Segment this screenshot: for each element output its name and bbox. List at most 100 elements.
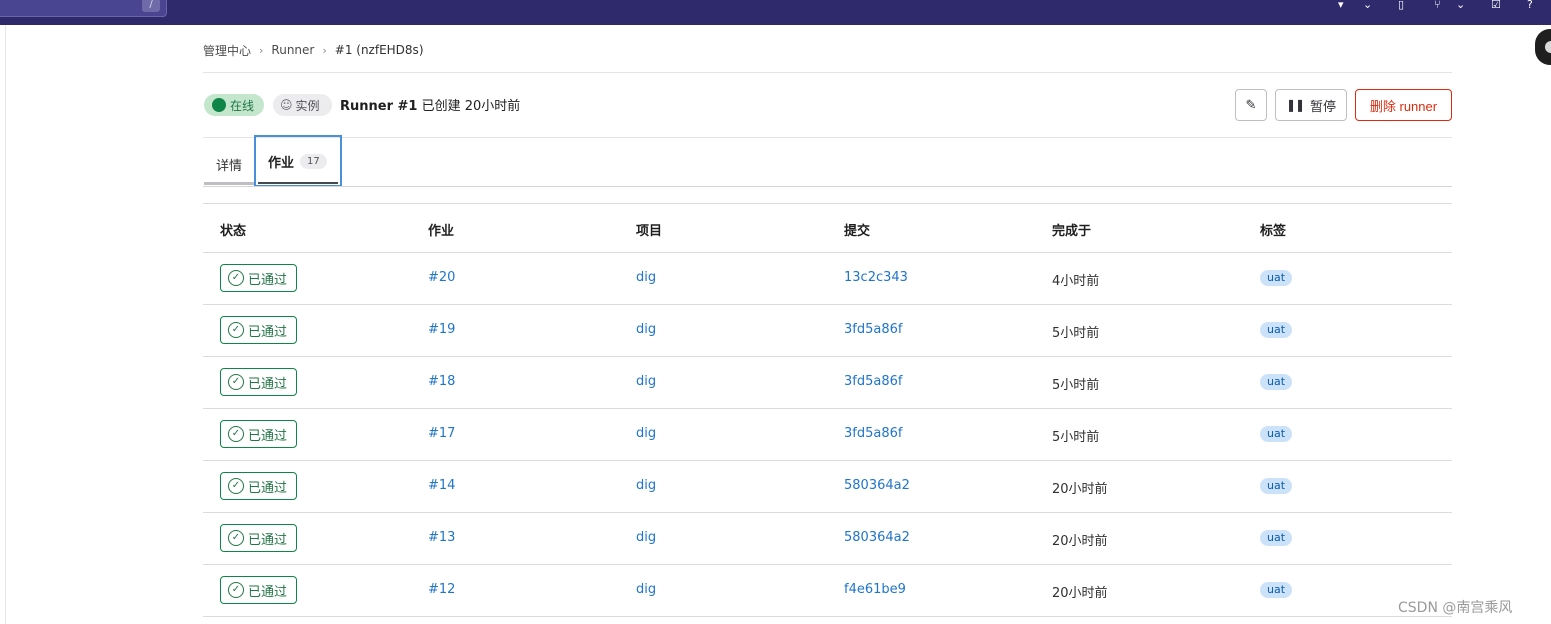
breadcrumb-admin[interactable]: 管理中心	[203, 42, 251, 59]
table-row: ✓ 已通过 #12 dig f4e61be9 20小时前 uat	[203, 565, 1452, 617]
watermark: CSDN @南宫乘风	[1398, 600, 1513, 616]
status-label: 已通过	[248, 272, 288, 288]
finished-time: 20小时前	[1052, 534, 1108, 549]
commit-link[interactable]: 3fd5a86f	[844, 374, 902, 389]
table-row: ✓ 已通过 #13 dig 580364a2 20小时前 uat	[203, 513, 1452, 565]
widget-dot-icon	[1545, 41, 1551, 53]
status-label: 已通过	[248, 584, 288, 600]
project-link[interactable]: dig	[636, 582, 656, 597]
edit-button[interactable]: ✎	[1235, 89, 1267, 121]
commit-link[interactable]: 580364a2	[844, 530, 910, 545]
table-row: ✓ 已通过 #20 dig 13c2c343 4小时前 uat	[203, 253, 1452, 305]
branch-icon[interactable]: ⑂	[1434, 0, 1441, 10]
commit-link[interactable]: 13c2c343	[844, 270, 908, 285]
delete-runner-button[interactable]: 删除 runner	[1355, 89, 1452, 121]
check-circle-icon: ✓	[228, 270, 244, 286]
online-dot-icon	[212, 98, 226, 112]
status-label: 已通过	[248, 428, 288, 444]
chevron-down-icon[interactable]: ⌄	[1456, 0, 1465, 10]
table-body: ✓ 已通过 #20 dig 13c2c343 4小时前 uat ✓ 已通过 #19 dig 3fd5a…	[203, 253, 1452, 617]
project-link[interactable]: dig	[636, 478, 656, 493]
status-badge-passed[interactable]: ✓ 已通过	[220, 576, 297, 604]
job-link[interactable]: #20	[428, 270, 455, 285]
table-row: ✓ 已通过 #14 dig 580364a2 20小时前 uat	[203, 461, 1452, 513]
column-header-commit: 提交	[844, 224, 871, 239]
status-label: 已通过	[248, 376, 288, 392]
tag-badge: uat	[1260, 426, 1293, 442]
project-link[interactable]: dig	[636, 270, 656, 285]
project-link[interactable]: dig	[636, 530, 656, 545]
status-label: 已通过	[248, 480, 288, 496]
breadcrumb-runner[interactable]: Runner	[271, 43, 314, 57]
tag-badge: uat	[1260, 530, 1293, 546]
jobs-table: 状态 作业 项目 提交 完成于 标签 ✓ 已通过 #20 dig 13c2c343 4小时…	[203, 203, 1452, 617]
search-input[interactable]: /	[0, 0, 167, 17]
finished-time: 5小时前	[1052, 430, 1100, 445]
finished-time: 20小时前	[1052, 586, 1108, 601]
top-navigation-bar: / ▾ ⌄ ▯ ⑂ ⌄ ☑ ?	[0, 0, 1551, 25]
issues-icon[interactable]: ▾	[1338, 0, 1344, 10]
finished-time: 20小时前	[1052, 482, 1108, 497]
status-badge-passed[interactable]: ✓ 已通过	[220, 368, 297, 396]
instance-label: 实例	[295, 98, 320, 113]
status-badge-passed[interactable]: ✓ 已通过	[220, 472, 297, 500]
runner-name: Runner #1	[340, 99, 418, 114]
divider	[203, 137, 1452, 138]
check-circle-icon: ✓	[228, 426, 244, 442]
tag-badge: uat	[1260, 478, 1293, 494]
status-label: 已通过	[248, 532, 288, 548]
tab-jobs-label: 作业	[268, 155, 295, 171]
commit-link[interactable]: 3fd5a86f	[844, 426, 902, 441]
status-label: 已通过	[248, 324, 288, 340]
status-badge-passed[interactable]: ✓ 已通过	[220, 420, 297, 448]
chevron-down-icon[interactable]: ⌄	[1363, 0, 1372, 10]
delete-label: 删除 runner	[1369, 98, 1438, 114]
tag-badge: uat	[1260, 322, 1293, 338]
pause-label: 暂停	[1310, 98, 1337, 114]
check-circle-icon: ✓	[228, 478, 244, 494]
tab-details[interactable]: 详情	[204, 147, 254, 185]
project-link[interactable]: dig	[636, 374, 656, 389]
table-row: ✓ 已通过 #18 dig 3fd5a86f 5小时前 uat	[203, 357, 1452, 409]
job-link[interactable]: #18	[428, 374, 455, 389]
status-badge-passed[interactable]: ✓ 已通过	[220, 264, 297, 292]
status-badge-online: 在线	[204, 94, 264, 116]
column-header-job: 作业	[428, 224, 455, 239]
column-header-tags: 标签	[1260, 224, 1287, 239]
project-link[interactable]: dig	[636, 322, 656, 337]
merge-requests-icon[interactable]: ▯	[1398, 0, 1404, 10]
table-header: 状态 作业 项目 提交 完成于 标签	[203, 203, 1452, 253]
tag-badge: uat	[1260, 582, 1293, 598]
finished-time: 5小时前	[1052, 378, 1100, 393]
floating-widget[interactable]	[1535, 29, 1551, 65]
check-circle-icon: ✓	[228, 582, 244, 598]
breadcrumb-current[interactable]: #1 (nzfEHD8s)	[335, 43, 424, 57]
todo-icon[interactable]: ☑	[1491, 0, 1501, 10]
tag-badge: uat	[1260, 270, 1293, 286]
commit-link[interactable]: 3fd5a86f	[844, 322, 902, 337]
pause-button[interactable]: ❚❚ 暂停	[1275, 89, 1347, 121]
job-link[interactable]: #13	[428, 530, 455, 545]
check-circle-icon: ✓	[228, 374, 244, 390]
finished-time: 5小时前	[1052, 326, 1100, 341]
project-link[interactable]: dig	[636, 426, 656, 441]
job-link[interactable]: #19	[428, 322, 455, 337]
tag-badge: uat	[1260, 374, 1293, 390]
check-circle-icon: ✓	[228, 322, 244, 338]
job-link[interactable]: #12	[428, 582, 455, 597]
status-badge-passed[interactable]: ✓ 已通过	[220, 316, 297, 344]
tab-jobs[interactable]: 作业 17	[254, 135, 342, 187]
commit-link[interactable]: f4e61be9	[844, 582, 906, 597]
check-circle-icon: ✓	[228, 530, 244, 546]
job-link[interactable]: #14	[428, 478, 455, 493]
breadcrumb-separator-icon: ›	[259, 43, 264, 57]
status-badge-passed[interactable]: ✓ 已通过	[220, 524, 297, 552]
job-link[interactable]: #17	[428, 426, 455, 441]
help-icon[interactable]: ?	[1527, 0, 1533, 10]
commit-link[interactable]: 580364a2	[844, 478, 910, 493]
instance-badge: ☺ 实例	[273, 94, 332, 116]
finished-time: 4小时前	[1052, 274, 1100, 289]
created-text: 已创建 20小时前	[421, 99, 521, 114]
active-tab-indicator	[258, 182, 338, 184]
column-header-status: 状态	[220, 224, 247, 239]
